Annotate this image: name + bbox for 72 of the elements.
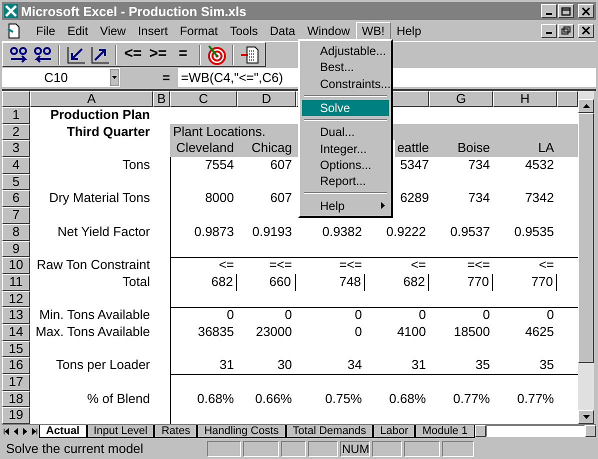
table-cell-text: 31 [410,357,427,374]
table-cell-text: 0.75% [324,390,363,408]
table-cell-text: 0 [546,307,555,324]
table-cell-text: 0 [354,324,363,341]
table-cell: 770 [429,274,493,291]
table-cell-text: Min. Tons Available [38,307,151,324]
table-cell-text: 0.68% [388,390,427,408]
equals-sign: = [161,68,171,87]
table-cell-text: 0.9382 [321,224,363,240]
table-cell-text: 0 [482,307,491,324]
table-cell: 0.9873 [170,224,237,240]
table-cell-text: 35 [474,357,491,374]
table-cell-text: Tons [122,157,151,174]
table-cell-text: 5347 [399,157,429,174]
table-cell-text: Third Quarter [66,124,151,140]
table-cell: 36835 [170,324,237,341]
table-cell: <= [170,257,237,274]
table-cell-text: Production Plan [49,107,151,124]
table-cell-text: 0.9193 [251,224,293,240]
table-cell-text: 607 [269,190,293,208]
table-cell: 748 [296,274,365,291]
table-cell: 660 [237,274,296,291]
table-cell: 0 [170,307,237,324]
num-lock-indicator: NUM [340,440,370,457]
table-cell-text: Tons per Loader [55,357,151,374]
table-cell-text: Raw Ton Constraint [36,257,151,274]
table-cell-text: 35 [538,357,555,374]
table-cell-text: 4532 [524,157,555,174]
table-cell-text: 0.77% [516,390,555,408]
table-cell-text: 0.77% [452,390,491,408]
window-title: Microsoft Excel - Production Sim.xls [21,4,246,18]
table-cell-text: =<= [466,257,491,274]
table-cell-text: 0.9535 [513,224,555,240]
table-cell-text: 18500 [452,324,491,341]
table-cell: 0.68% [170,390,237,408]
table-cell-text: % of Blend [86,390,151,408]
table-cell-text: 4625 [524,324,555,341]
table-cell: 7554 [170,157,237,174]
table-cell: Boise [429,140,493,158]
table-cell: Cleveland [170,140,237,158]
table-cell: 682 [170,274,237,291]
table-cell: Chicag [237,140,296,158]
status-message: Solve the current model [5,440,144,458]
table-cell-text: 34 [346,357,363,374]
table-cell: 770 [493,274,557,291]
table-cell-text: 0 [418,307,427,324]
table-cell-text: <= [410,257,427,274]
table-cell-text: 0 [354,307,363,324]
table-cell: eattle [395,140,429,158]
table-cell: Plant Locations. [170,124,296,140]
table-cell: 682 [365,274,429,291]
table-cell-text: =<= [338,257,363,274]
table-cell-text: 0.9537 [449,224,491,240]
table-cell-text: 607 [269,157,293,174]
table-cell-text: 4100 [396,324,427,341]
table-cell-text: 0.9222 [385,224,427,240]
table-cell-text: 23000 [254,324,293,341]
table-cell-text: Total [122,274,151,291]
table-cell-text: Max. Tons Available [34,324,151,341]
table-cell-text: 0.66% [254,390,293,408]
table-cell-text: 0 [284,307,293,324]
table-cell-text: 734 [467,157,491,174]
table-cell-text: Dry Material Tons [48,190,151,208]
table-cell-text: Net Yield Factor [56,224,151,240]
table-cell: 8000 [170,190,237,208]
table-cell-text: 734 [467,190,491,208]
table-cell-text: 30 [276,357,293,374]
table-cell-text: =<= [268,257,293,274]
table-cell: LA [493,140,557,158]
table-cell-text: 6289 [399,190,429,208]
table-cell-text: <= [538,257,555,274]
table-cell-text: 7342 [524,190,555,208]
